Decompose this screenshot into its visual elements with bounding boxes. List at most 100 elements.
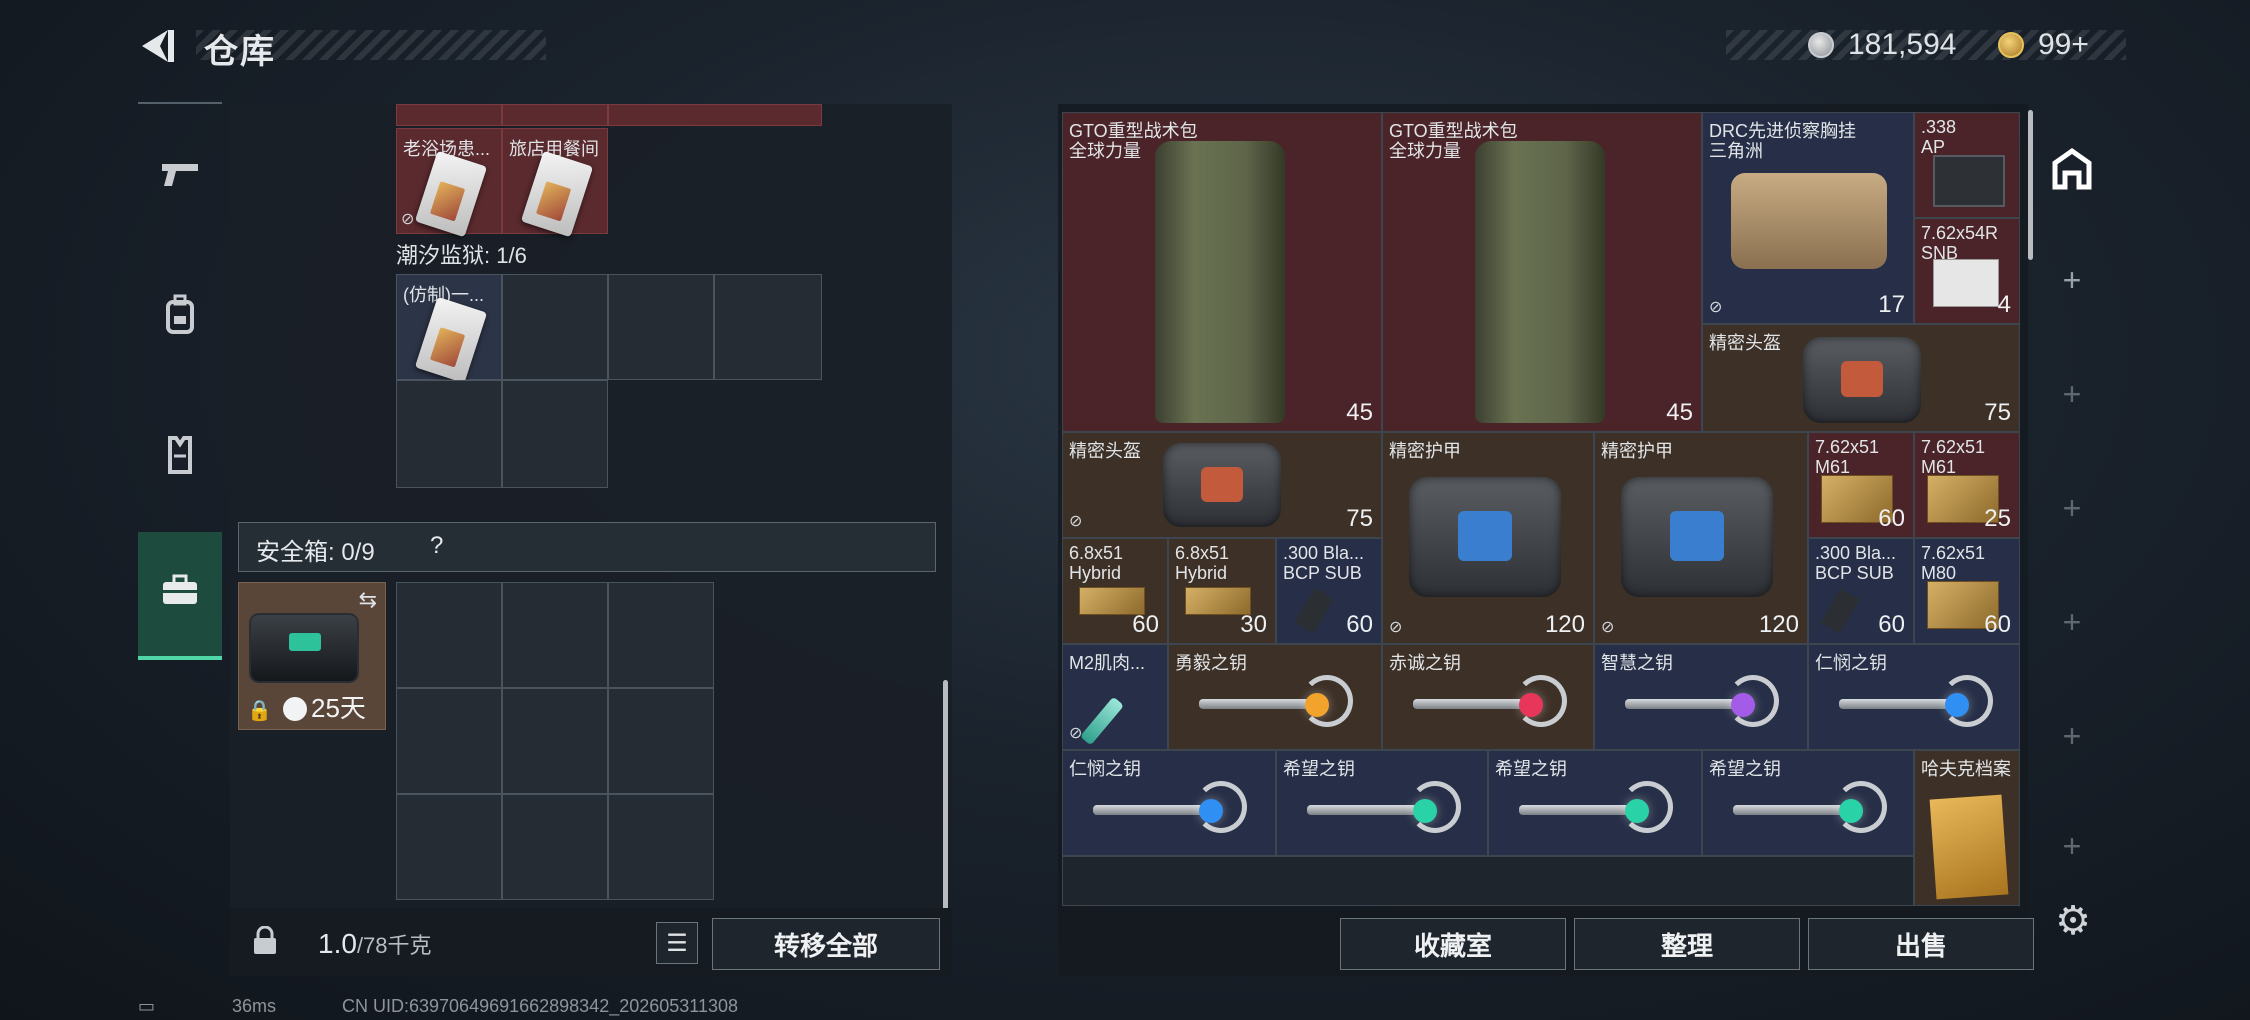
list-view-button[interactable]: ☰ [656, 922, 698, 964]
item-armor[interactable]: 精密护甲 ⊘ 120 [1382, 432, 1594, 644]
item-key[interactable]: 赤诚之钥 [1382, 644, 1594, 750]
item-ammo-box[interactable]: 6.8x51 Hybrid 30 [1168, 538, 1276, 644]
stash-scrollbar[interactable] [2028, 110, 2033, 260]
item-helmet[interactable]: 精密头盔 75 [1702, 324, 2020, 432]
item-ammo-box[interactable]: 6.8x51 Hybrid 60 [1062, 538, 1168, 644]
item-name: 赤诚之钥 [1389, 653, 1461, 673]
item-magazine[interactable]: .300 Bla... BCP SUB 60 [1276, 538, 1382, 644]
item-key-card[interactable]: 旅店用餐间 [502, 128, 608, 238]
tab-weapons[interactable] [138, 118, 222, 238]
item-document[interactable]: 哈夫克档案 [1914, 750, 2020, 906]
item-cell-partial[interactable] [396, 104, 502, 126]
safe-slot[interactable] [396, 688, 502, 794]
tab-armor[interactable] [138, 398, 222, 518]
sort-button[interactable]: 整理 [1574, 918, 1800, 970]
safebox-container[interactable]: ⇆ 🔒 25天 [238, 582, 386, 730]
keycard-image [414, 296, 488, 384]
add-page-icon[interactable]: + [2040, 590, 2104, 654]
inventory-scrollbar[interactable] [943, 680, 948, 910]
item-name: M2肌肉... [1069, 653, 1146, 673]
item-durability: 45 [1346, 399, 1373, 426]
back-button[interactable] [138, 26, 178, 66]
item-name: 智慧之钥 [1601, 653, 1673, 673]
item-quantity: 25 [1984, 505, 2011, 532]
item-key[interactable]: 智慧之钥 [1594, 644, 1808, 750]
item-brand: 三角洲 [1709, 141, 1763, 161]
item-key[interactable]: 希望之钥 [1276, 750, 1488, 856]
item-ammo-box[interactable]: 7.62x51 M61 60 [1808, 432, 1914, 538]
syringe-image [1079, 696, 1125, 746]
item-name: .300 Bla... [1815, 543, 1897, 563]
item-key-card[interactable]: (仿制)一... [396, 274, 502, 384]
swap-icon[interactable]: ⇆ [359, 587, 377, 613]
item-ammo-box[interactable]: .338 AP [1914, 112, 2020, 218]
collection-button[interactable]: 收藏室 [1340, 918, 1566, 970]
sell-button[interactable]: 出售 [1808, 918, 2034, 970]
stash-page-main-icon[interactable] [2040, 136, 2104, 200]
safe-slot[interactable] [396, 582, 502, 688]
empty-slot[interactable] [502, 380, 608, 488]
item-chest-rig[interactable]: DRC先进侦察胸挂 三角洲 ⊘ 17 [1702, 112, 1914, 324]
item-cell-partial[interactable] [502, 104, 608, 126]
item-key[interactable]: 仁悯之钥 [1808, 644, 2020, 750]
item-key[interactable]: 仁悯之钥 [1062, 750, 1276, 856]
safebox-time-left: 25天 [311, 693, 366, 723]
empty-row[interactable] [1062, 856, 1914, 906]
add-page-icon[interactable]: + [2040, 362, 2104, 426]
carry-weight: 1.0/78千克 [318, 928, 432, 960]
tab-divider [138, 102, 222, 104]
item-helmet[interactable]: 精密头盔 ⊘ 75 [1062, 432, 1382, 538]
backpack-image [1475, 141, 1605, 423]
item-magazine[interactable]: .300 Bla... BCP SUB 60 [1808, 538, 1914, 644]
premium-currency-balance[interactable]: 99+ [2038, 28, 2089, 62]
key-gem-blue [1199, 799, 1223, 823]
item-name: 勇毅之钥 [1175, 653, 1247, 673]
key-image [1413, 699, 1523, 709]
item-backpack[interactable]: GTO重型战术包 全球力量 45 [1062, 112, 1382, 432]
key-gem-red [1519, 693, 1543, 717]
empty-slot[interactable] [714, 274, 822, 380]
add-page-icon[interactable]: + [2040, 704, 2104, 768]
safe-slot[interactable] [502, 688, 608, 794]
item-syringe[interactable]: M2肌肉... ⊘ [1062, 644, 1168, 750]
empty-slot[interactable] [396, 380, 502, 488]
tab-gear[interactable] [138, 258, 222, 378]
safe-slot[interactable] [396, 794, 502, 900]
item-name: .300 Bla... [1283, 543, 1365, 563]
item-armor[interactable]: 精密护甲 ⊘ 120 [1594, 432, 1808, 644]
chest-rig-image [1731, 173, 1887, 269]
safebox-help-button[interactable]: ? [430, 532, 443, 560]
armor-image [1621, 477, 1773, 597]
item-ammo-box[interactable]: 7.62x54R SNB 4 [1914, 218, 2020, 324]
item-key[interactable]: 希望之钥 [1488, 750, 1702, 856]
item-ammo-box[interactable]: 7.62x51 M61 25 [1914, 432, 2020, 538]
item-cell-partial[interactable] [608, 104, 822, 126]
item-name: 6.8x51 [1069, 543, 1124, 563]
safe-slot[interactable] [502, 582, 608, 688]
key-gem-blue [1945, 693, 1969, 717]
padlock-icon[interactable] [252, 925, 278, 956]
item-backpack[interactable]: GTO重型战术包 全球力量 45 [1382, 112, 1702, 432]
safe-slot[interactable] [608, 794, 714, 900]
empty-slot[interactable] [608, 274, 714, 380]
item-key[interactable]: 勇毅之钥 [1168, 644, 1382, 750]
safe-slot[interactable] [608, 688, 714, 794]
empty-slot[interactable] [502, 274, 608, 380]
add-page-icon[interactable]: + [2040, 476, 2104, 540]
tab-safebox[interactable] [138, 532, 222, 660]
item-durability: 75 [1346, 505, 1373, 532]
item-key-card[interactable]: 老浴场患... ⊘ [396, 128, 502, 238]
backpack-icon [164, 294, 196, 343]
item-key[interactable]: 希望之钥 [1702, 750, 1914, 856]
settings-gear-icon[interactable]: ⚙ [2050, 898, 2096, 944]
key-image [1307, 805, 1417, 815]
add-page-icon[interactable]: + [2040, 814, 2104, 878]
weight-capacity: /78千克 [356, 933, 432, 958]
safe-slot[interactable] [608, 582, 714, 688]
premium-currency-icon[interactable] [1998, 32, 2024, 58]
item-ammo-box[interactable]: 7.62x51 M80 60 [1914, 538, 2020, 644]
add-page-icon[interactable]: + [2040, 248, 2104, 312]
transfer-all-button[interactable]: 转移全部 [712, 918, 940, 970]
safe-slot[interactable] [502, 794, 608, 900]
item-name: 7.62x51 [1815, 437, 1880, 457]
